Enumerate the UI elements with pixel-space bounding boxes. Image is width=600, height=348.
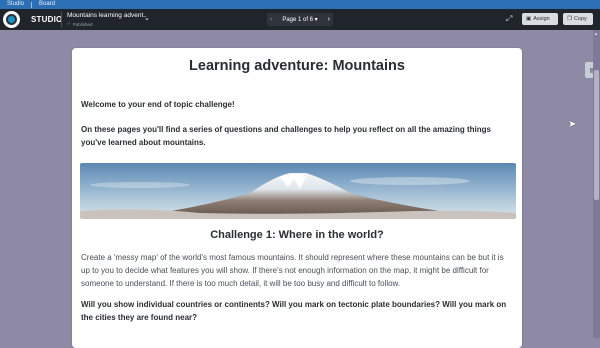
studio-tab[interactable]: Studio	[0, 0, 31, 9]
mountain-image	[80, 163, 516, 219]
previous-page-icon[interactable]: ‹	[270, 16, 272, 23]
scroll-up-icon[interactable]: ▲	[594, 31, 598, 36]
assign-icon: ▣	[526, 16, 532, 22]
brand-name: STUDIO	[31, 15, 63, 24]
board-tab[interactable]: Board	[32, 0, 62, 9]
document-title[interactable]: Mountains learning advent...	[67, 12, 147, 19]
page-selector[interactable]: ‹ Page 1 of 6 ▾ ›	[267, 13, 333, 26]
assign-button[interactable]: ▣ Assign	[522, 13, 558, 25]
intro-text: On these pages you'll find a series of q…	[81, 125, 491, 147]
challenge-text: Create a 'messy map' of the world's most…	[81, 253, 504, 288]
scrollbar-thumb[interactable]	[594, 70, 599, 200]
check-icon: ✓	[67, 21, 71, 26]
welcome-text: Welcome to your end of topic challenge!	[81, 100, 235, 109]
copy-button[interactable]: ❐ Copy	[563, 13, 593, 25]
top-strip: Studio Board	[0, 0, 600, 9]
copy-label: Copy	[573, 16, 587, 22]
app-bar: STUDIO Mountains learning advent... ✓ Pu…	[0, 9, 600, 30]
page-label[interactable]: Page 1 of 6 ▾	[282, 16, 317, 23]
expand-icon[interactable]: ⤢	[506, 14, 512, 24]
document-status: ✓ Published	[67, 21, 93, 27]
studio-logo-icon[interactable]	[3, 11, 20, 28]
page-title: Learning adventure: Mountains	[189, 58, 405, 74]
status-label: Published	[72, 21, 93, 27]
next-page-icon[interactable]: ›	[328, 16, 330, 23]
copy-icon: ❐	[567, 16, 572, 22]
mouse-cursor-icon: ➤	[568, 119, 577, 130]
divider	[61, 12, 62, 27]
challenge-questions: Will you show individual countries or co…	[81, 300, 507, 322]
content-page: Learning adventure: Mountains Welcome to…	[72, 48, 522, 348]
chevron-down-icon[interactable]: ⌄	[144, 14, 150, 22]
assign-label: Assign	[533, 16, 550, 22]
challenge-heading: Challenge 1: Where in the world?	[210, 229, 384, 241]
